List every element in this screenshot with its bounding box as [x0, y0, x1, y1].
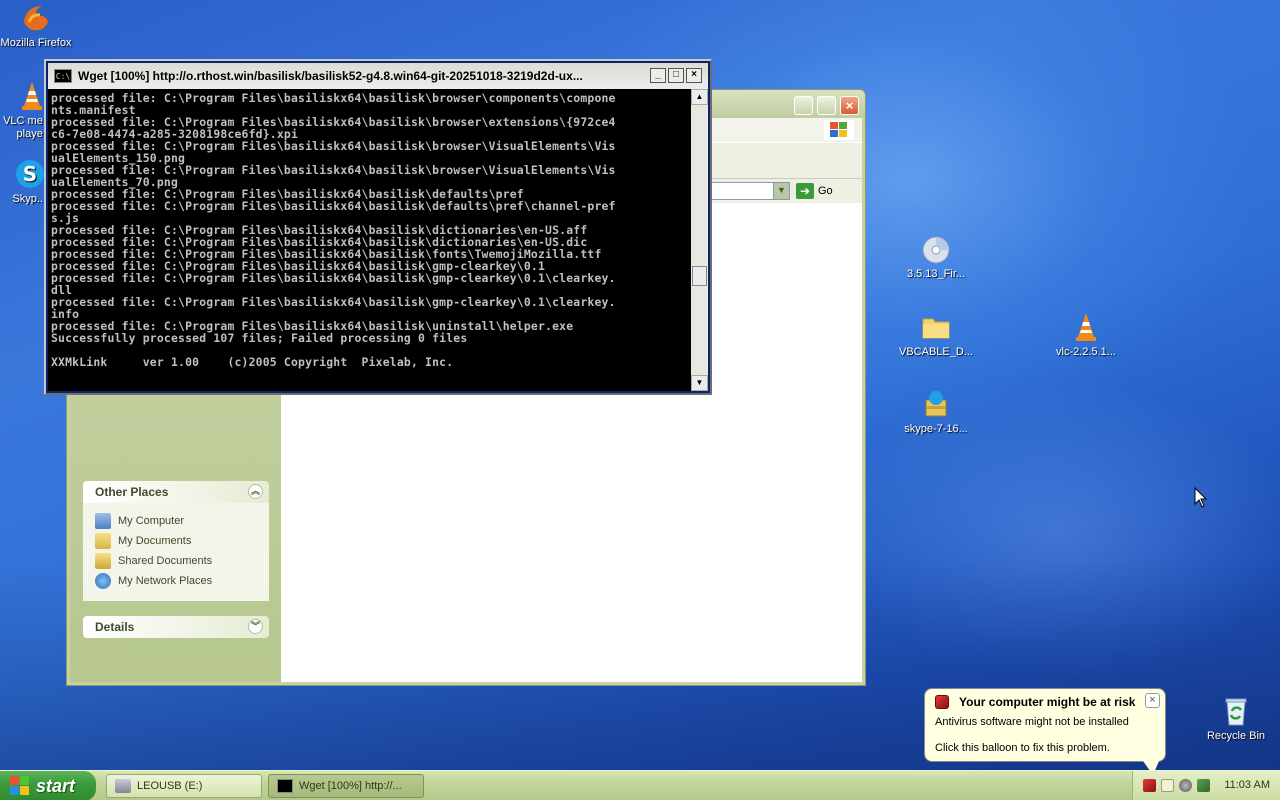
- safely-remove-icon[interactable]: [1161, 779, 1174, 792]
- desktop-icon-vlc-installer[interactable]: vlc-2.2.5.1...: [1041, 311, 1131, 358]
- shared-folder-icon: [95, 553, 111, 569]
- desktop-icon-skype-installer[interactable]: skype-7-16...: [891, 388, 981, 435]
- taskbar-item-leousb[interactable]: LEOUSB (E:): [106, 774, 262, 798]
- svg-text:S: S: [23, 162, 37, 186]
- go-arrow-icon: ➔: [796, 183, 814, 199]
- maximize-button[interactable]: □: [668, 68, 684, 83]
- desktop-icon-label: VBCABLE_D...: [899, 346, 973, 358]
- my-computer-icon: [95, 513, 111, 529]
- close-button[interactable]: ×: [840, 96, 859, 115]
- chevron-down-icon[interactable]: ︾: [248, 619, 263, 634]
- console-output[interactable]: processed file: C:\Program Files\basilis…: [48, 89, 691, 391]
- balloon-message: Antivirus software might not be installe…: [935, 716, 1129, 728]
- scroll-up-arrow-icon[interactable]: ▲: [691, 89, 708, 105]
- desktop-icon-label: Skyp...: [12, 193, 46, 205]
- scroll-down-arrow-icon[interactable]: ▼: [691, 375, 708, 391]
- clock[interactable]: 11:03 AM: [1224, 779, 1270, 791]
- network-globe-icon: [95, 573, 111, 589]
- speaker-icon[interactable]: [1179, 779, 1192, 792]
- place-label: Shared Documents: [118, 555, 213, 567]
- desktop-icon-label: Recycle Bin: [1206, 730, 1266, 742]
- minimize-button[interactable]: _: [650, 68, 666, 83]
- console-icon: C:\: [54, 69, 72, 83]
- console-icon: [277, 779, 293, 793]
- desktop-icon-label: skype-7-16...: [904, 423, 968, 435]
- network-icon[interactable]: [1197, 779, 1210, 792]
- windows-logo-icon: [824, 120, 854, 140]
- other-places-header[interactable]: Other Places ︽: [83, 481, 269, 503]
- other-places-panel: My Computer My Documents Shared Document…: [83, 503, 269, 601]
- other-places-title: Other Places: [95, 485, 169, 499]
- desktop-icon-installer[interactable]: 3.5.13_Fir...: [891, 233, 981, 280]
- security-shield-icon: [935, 695, 949, 709]
- chevron-down-icon[interactable]: ▼: [773, 183, 789, 199]
- balloon-action-text: Click this balloon to fix this problem.: [935, 742, 1110, 754]
- desktop-icon-label: vlc-2.2.5.1...: [1056, 346, 1116, 358]
- close-button[interactable]: ×: [686, 68, 702, 83]
- taskbar-item-label: Wget [100%] http://...: [299, 780, 402, 792]
- balloon-title: Your computer might be at risk: [959, 695, 1136, 709]
- console-line: XXMkLink ver 1.00 (c)2005 Copyright Pixe…: [51, 355, 454, 369]
- console-title: Wget [100%] http://o.rthost.win/basilisk…: [78, 69, 583, 83]
- taskbar: start LEOUSB (E:) Wget [100%] http://...…: [0, 770, 1280, 800]
- start-button[interactable]: start: [0, 771, 96, 800]
- windows-flag-icon: [10, 776, 30, 796]
- scrollbar-thumb[interactable]: [692, 266, 707, 286]
- details-title: Details: [95, 620, 135, 634]
- console-line: processed file: C:\Program Files\basilis…: [51, 271, 616, 285]
- desktop-icon-skype[interactable]: S Skyp...: [0, 158, 46, 205]
- folder-icon: [920, 311, 952, 343]
- skype-icon: S: [14, 158, 46, 190]
- go-label: Go: [818, 185, 833, 197]
- console-line: processed file: C:\Program Files\basilis…: [51, 295, 616, 309]
- place-label: My Documents: [118, 535, 192, 547]
- console-scrollbar[interactable]: ▲ ▼: [691, 89, 708, 391]
- console-line: processed file: C:\Program Files\basilis…: [51, 199, 616, 213]
- console-window: C:\ Wget [100%] http://o.rthost.win/basi…: [44, 59, 712, 395]
- maximize-button[interactable]: [817, 96, 836, 115]
- place-label: My Computer: [118, 515, 185, 527]
- console-text: processed file: C:\Program Files\basilis…: [48, 89, 691, 368]
- go-button[interactable]: ➔ Go: [796, 182, 858, 200]
- desktop-icon-vbcable-folder[interactable]: VBCABLE_D...: [891, 311, 981, 358]
- place-my-documents[interactable]: My Documents: [95, 531, 269, 551]
- system-tray: 11:03 AM: [1132, 771, 1280, 800]
- place-my-network-places[interactable]: My Network Places: [95, 571, 269, 591]
- chevron-up-icon[interactable]: ︽: [248, 484, 263, 499]
- console-line: Successfully processed 107 files; Failed…: [51, 331, 468, 345]
- firefox-icon: [20, 2, 52, 34]
- minimize-button[interactable]: [794, 96, 813, 115]
- desktop-icon-label: 3.5.13_Fir...: [906, 268, 966, 280]
- desktop-icon-recycle-bin[interactable]: Recycle Bin: [1191, 695, 1280, 742]
- vlc-cone-icon: [1070, 311, 1102, 343]
- place-label: My Network Places: [118, 575, 213, 587]
- installer-package-icon: [920, 388, 952, 420]
- cd-installer-icon: [920, 233, 952, 265]
- desktop-icon-firefox[interactable]: Mozilla Firefox: [0, 2, 81, 49]
- desktop-icon-label: Mozilla Firefox: [0, 37, 72, 49]
- place-shared-documents[interactable]: Shared Documents: [95, 551, 269, 571]
- close-icon[interactable]: ×: [1145, 693, 1160, 708]
- taskbar-item-wget[interactable]: Wget [100%] http://...: [268, 774, 424, 798]
- security-balloon[interactable]: Your computer might be at risk × Antivir…: [924, 688, 1166, 775]
- drive-icon: [115, 779, 131, 793]
- details-header[interactable]: Details ︾: [83, 616, 269, 638]
- place-my-computer[interactable]: My Computer: [95, 511, 269, 531]
- recycle-bin-icon: [1220, 695, 1252, 727]
- console-title-bar[interactable]: C:\ Wget [100%] http://o.rthost.win/basi…: [48, 63, 708, 89]
- start-label: start: [36, 775, 76, 796]
- security-shield-icon[interactable]: [1143, 779, 1156, 792]
- taskbar-item-label: LEOUSB (E:): [137, 780, 203, 792]
- my-documents-icon: [95, 533, 111, 549]
